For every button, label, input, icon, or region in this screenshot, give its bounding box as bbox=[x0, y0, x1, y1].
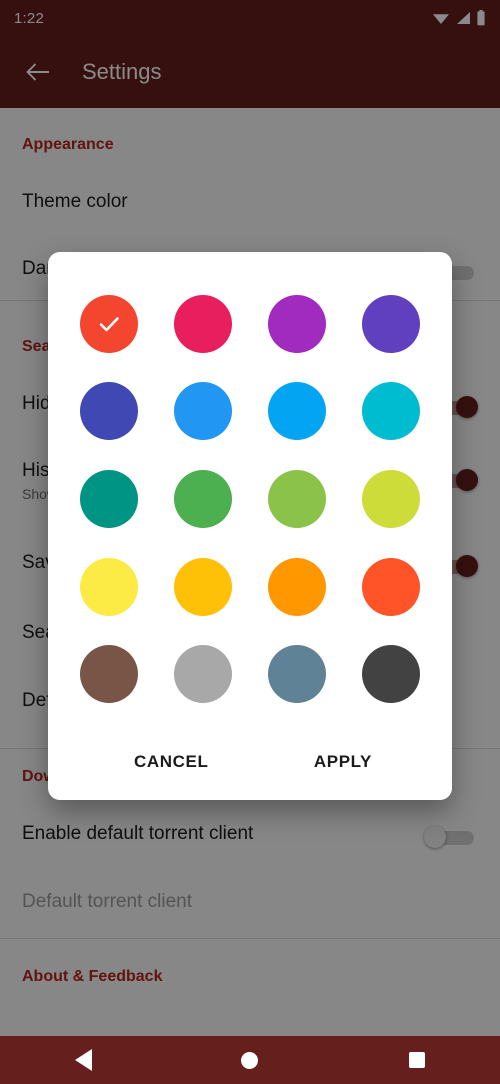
apply-button[interactable]: APPLY bbox=[306, 742, 380, 782]
navigation-bar bbox=[0, 1036, 500, 1084]
color-swatch-cyan[interactable] bbox=[362, 382, 420, 441]
nav-home-icon bbox=[241, 1051, 259, 1069]
color-swatch-blue[interactable] bbox=[174, 382, 232, 441]
color-swatch-yellow[interactable] bbox=[80, 557, 138, 616]
color-swatch-deep-orange[interactable] bbox=[362, 557, 420, 616]
color-swatch-lime[interactable] bbox=[362, 469, 420, 528]
color-swatch-orange[interactable] bbox=[268, 557, 326, 616]
nav-back-button[interactable] bbox=[43, 1036, 123, 1084]
phone-screen: 1:22 Settings Appearance Theme color Dar… bbox=[0, 0, 500, 1084]
nav-home-button[interactable] bbox=[210, 1036, 290, 1084]
color-swatch-green[interactable] bbox=[174, 469, 232, 528]
color-swatch-pink[interactable] bbox=[174, 294, 232, 353]
theme-color-dialog: CANCEL APPLY bbox=[48, 252, 452, 800]
color-swatch-blue-grey[interactable] bbox=[268, 645, 326, 704]
dialog-actions: CANCEL APPLY bbox=[48, 724, 452, 800]
nav-back-icon bbox=[74, 1049, 92, 1071]
nav-recents-icon bbox=[408, 1052, 425, 1068]
color-swatch-red[interactable] bbox=[80, 294, 138, 353]
color-swatch-deep-purple[interactable] bbox=[362, 294, 420, 353]
color-swatch-grey[interactable] bbox=[174, 645, 232, 704]
color-swatch-light-green[interactable] bbox=[268, 469, 326, 528]
check-icon bbox=[99, 316, 119, 332]
color-swatch-purple[interactable] bbox=[268, 294, 326, 353]
color-swatch-grid bbox=[48, 252, 452, 724]
nav-recents-button[interactable] bbox=[377, 1036, 457, 1084]
color-swatch-brown[interactable] bbox=[80, 645, 138, 704]
color-swatch-light-blue[interactable] bbox=[268, 382, 326, 441]
color-swatch-black[interactable] bbox=[362, 645, 420, 704]
color-swatch-amber[interactable] bbox=[174, 557, 232, 616]
color-swatch-indigo[interactable] bbox=[80, 382, 138, 441]
cancel-button[interactable]: CANCEL bbox=[126, 742, 216, 782]
color-swatch-teal[interactable] bbox=[80, 469, 138, 528]
